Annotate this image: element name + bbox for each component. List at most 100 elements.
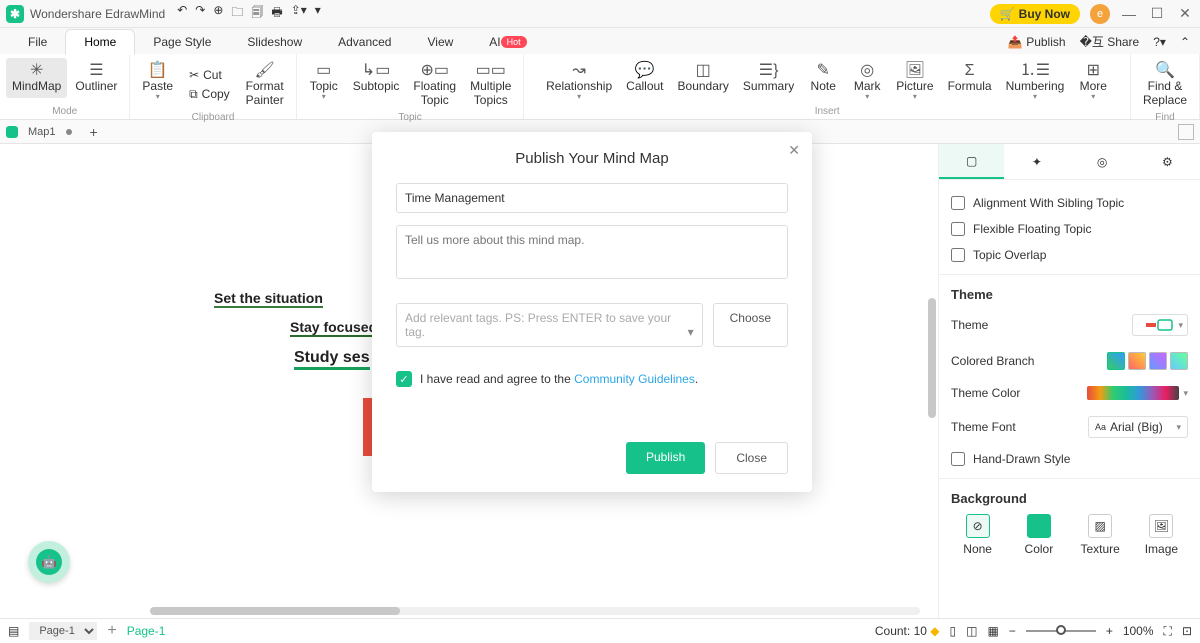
horizontal-scrollbar[interactable]: [150, 607, 920, 615]
map-description-input[interactable]: [396, 225, 788, 279]
redo-icon[interactable]: ↷: [195, 3, 205, 24]
view-mode-1[interactable]: ▯: [950, 624, 957, 638]
ai-assistant-button[interactable]: 🤖: [28, 541, 70, 583]
formula-button[interactable]: ΣFormula: [942, 58, 998, 105]
view-mode-2[interactable]: ◫: [966, 624, 977, 638]
summary-button[interactable]: ☰}Summary: [737, 58, 800, 105]
branch-opt-3[interactable]: [1149, 352, 1167, 370]
boundary-button[interactable]: ◫Boundary: [672, 58, 735, 105]
floating-topic-button[interactable]: ⊕▭Floating Topic: [407, 58, 462, 112]
publish-menu[interactable]: 📤 Publish: [1008, 35, 1066, 49]
h-scroll-thumb[interactable]: [150, 607, 400, 615]
format-painter-button[interactable]: 🖌Format Painter: [240, 58, 290, 112]
export-icon[interactable]: ⇪▾: [291, 3, 307, 24]
bg-color-option[interactable]: Color: [1012, 514, 1065, 556]
pages-icon[interactable]: ▤: [8, 624, 19, 638]
zoom-slider[interactable]: [1026, 630, 1096, 632]
group-label-find: Find: [1155, 112, 1174, 125]
tab-page-style[interactable]: Page Style: [135, 30, 229, 54]
add-tab-button[interactable]: +: [90, 124, 98, 140]
fullscreen-button[interactable]: ⛶: [1164, 624, 1172, 639]
outliner-mode-button[interactable]: ☰Outliner: [69, 58, 123, 98]
alignment-checkbox[interactable]: Alignment With Sibling Topic: [951, 190, 1188, 216]
user-avatar[interactable]: e: [1090, 4, 1110, 24]
agreement-row: ✓ I have read and agree to the Community…: [396, 371, 788, 387]
note-button[interactable]: ✎Note: [802, 58, 844, 105]
chevron-down-icon[interactable]: ▾: [1183, 388, 1188, 399]
close-button[interactable]: Close: [715, 442, 788, 474]
community-guidelines-link[interactable]: Community Guidelines: [574, 372, 695, 386]
branch-opt-4[interactable]: [1170, 352, 1188, 370]
current-page-label[interactable]: Page-1: [127, 624, 166, 638]
save-icon[interactable]: 🗐: [251, 3, 263, 24]
open-icon[interactable]: 🗀: [231, 3, 243, 24]
choose-category-button[interactable]: Choose: [713, 303, 788, 347]
dialog-close-button[interactable]: ✕: [788, 142, 800, 159]
topic-node[interactable]: Set the situation: [214, 290, 323, 308]
paste-button[interactable]: 📋Paste: [136, 58, 179, 112]
find-replace-button[interactable]: 🔍Find & Replace: [1137, 58, 1193, 112]
help-icon[interactable]: ?▾: [1153, 35, 1166, 49]
close-window-button[interactable]: ✕: [1176, 5, 1194, 22]
numbering-button[interactable]: ⒈☰Numbering: [1000, 58, 1071, 105]
topic-button[interactable]: ▭Topic: [303, 58, 345, 112]
topic-overlap-checkbox[interactable]: Topic Overlap: [951, 242, 1188, 268]
vertical-scrollbar[interactable]: [928, 148, 936, 578]
panel-tab-map[interactable]: ◎: [1070, 144, 1135, 179]
bg-none-option[interactable]: ⊘None: [951, 514, 1004, 556]
panel-tab-style[interactable]: ✦: [1004, 144, 1069, 179]
tab-home[interactable]: Home: [65, 29, 135, 55]
theme-color-picker[interactable]: [1087, 386, 1179, 400]
page-selector[interactable]: Page-1: [29, 622, 97, 640]
flexible-floating-checkbox[interactable]: Flexible Floating Topic: [951, 216, 1188, 242]
topic-node[interactable]: Study ses: [294, 349, 370, 370]
view-mode-3[interactable]: ▦: [987, 624, 998, 638]
share-menu[interactable]: �互 Share: [1080, 33, 1140, 50]
doc-tab-name[interactable]: Map1: [28, 126, 56, 138]
panel-toggle-button[interactable]: [1178, 124, 1194, 140]
zoom-in-button[interactable]: +: [1106, 624, 1113, 638]
multiple-topics-button[interactable]: ▭▭Multiple Topics: [464, 58, 517, 112]
subtopic-button[interactable]: ↳▭Subtopic: [347, 58, 406, 112]
maximize-button[interactable]: ☐: [1148, 5, 1166, 22]
theme-font-selector[interactable]: AaArial (Big): [1088, 416, 1188, 438]
more-qa-icon[interactable]: ▾: [315, 3, 321, 24]
branch-opt-2[interactable]: [1128, 352, 1146, 370]
branch-opt-1[interactable]: [1107, 352, 1125, 370]
undo-icon[interactable]: ↶: [177, 3, 187, 24]
tab-slideshow[interactable]: Slideshow: [229, 30, 320, 54]
callout-button[interactable]: 💬Callout: [620, 58, 669, 105]
publish-button[interactable]: Publish: [626, 442, 705, 474]
theme-selector[interactable]: [1132, 314, 1188, 336]
buy-now-button[interactable]: 🛒Buy Now: [990, 4, 1080, 24]
relationship-button[interactable]: ↝Relationship: [540, 58, 618, 105]
picture-button[interactable]: 🖼Picture: [890, 58, 939, 105]
minimize-button[interactable]: —: [1120, 6, 1138, 22]
tab-file[interactable]: File: [10, 30, 65, 54]
print-icon[interactable]: 🖶: [271, 3, 282, 24]
new-icon[interactable]: ⊕: [213, 3, 223, 24]
zoom-value[interactable]: 100%: [1123, 624, 1154, 638]
agree-checkbox[interactable]: ✓: [396, 371, 412, 387]
topic-node[interactable]: Stay focused: [290, 319, 377, 337]
more-button[interactable]: ⊞More: [1072, 58, 1114, 105]
copy-button[interactable]: ⧉Copy: [185, 85, 234, 104]
add-page-button[interactable]: +: [107, 622, 116, 640]
zoom-knob[interactable]: [1056, 625, 1066, 635]
tab-advanced[interactable]: Advanced: [320, 30, 409, 54]
bg-image-option[interactable]: 🖼Image: [1135, 514, 1188, 556]
collapse-ribbon-icon[interactable]: ⌃: [1180, 35, 1190, 49]
fit-button[interactable]: ⊡: [1182, 624, 1192, 638]
tags-input[interactable]: Add relevant tags. PS: Press ENTER to sa…: [396, 303, 703, 347]
cut-button[interactable]: ✂Cut: [185, 66, 234, 84]
bg-texture-option[interactable]: ▨Texture: [1074, 514, 1127, 556]
panel-tab-settings[interactable]: ⚙: [1135, 144, 1200, 179]
mark-button[interactable]: ◎Mark: [846, 58, 888, 105]
v-scroll-thumb[interactable]: [928, 298, 936, 418]
map-name-input[interactable]: [396, 183, 788, 213]
zoom-out-button[interactable]: −: [1009, 624, 1016, 638]
panel-tab-layout[interactable]: ▢: [939, 144, 1004, 179]
tab-view[interactable]: View: [409, 30, 471, 54]
hand-drawn-checkbox[interactable]: Hand-Drawn Style: [951, 446, 1188, 472]
mindmap-mode-button[interactable]: ✳MindMap: [6, 58, 67, 98]
